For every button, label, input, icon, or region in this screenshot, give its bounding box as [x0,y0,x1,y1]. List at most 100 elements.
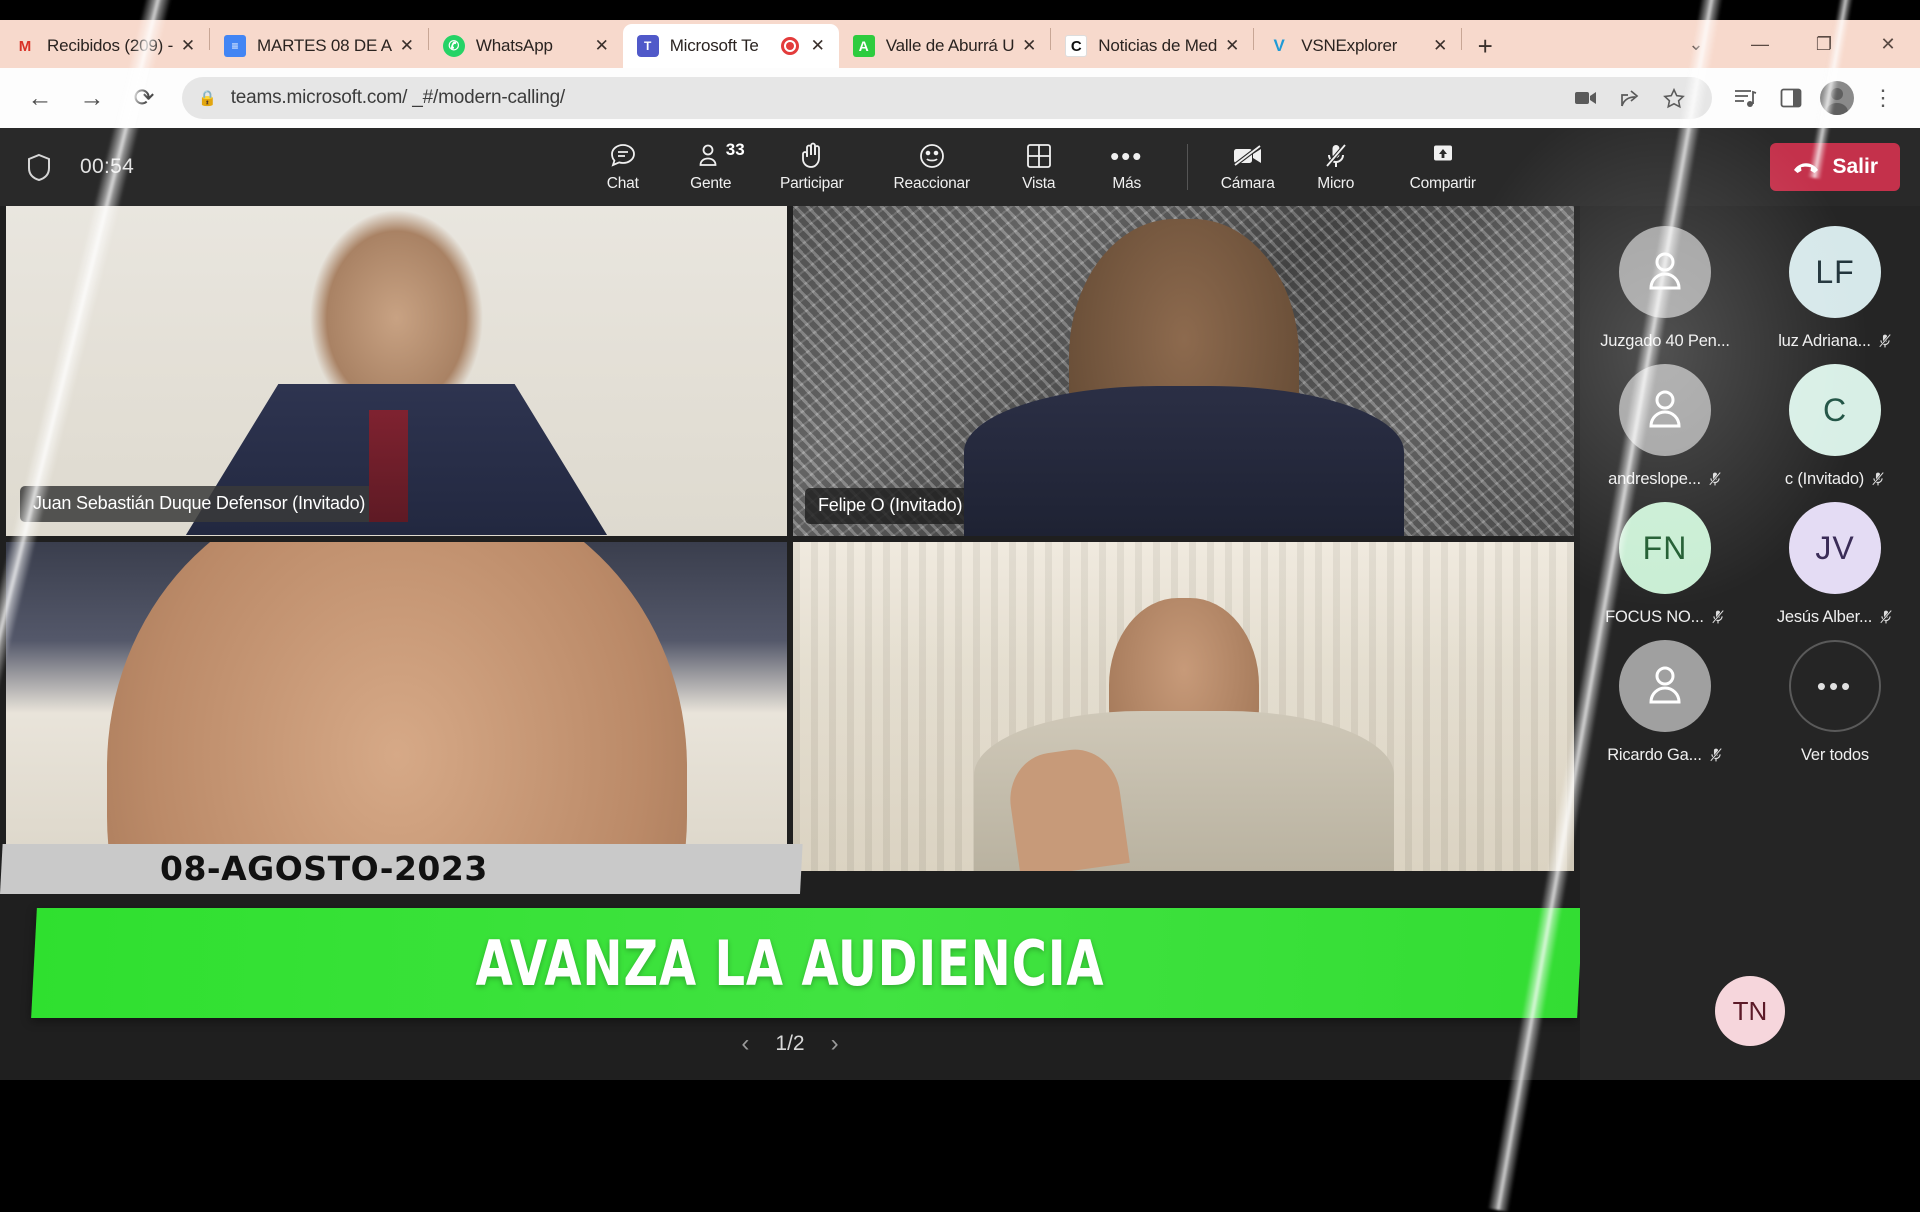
close-icon[interactable]: ✕ [587,31,617,61]
video-tile-0[interactable]: Juan Sebastián Duque Defensor (Invitado) [6,206,787,536]
avatar [1619,226,1711,318]
close-icon[interactable]: ✕ [1014,31,1044,61]
action-raise-hand[interactable]: Participar [757,132,867,202]
device-label: Cámara [1220,175,1275,192]
roster-name-row: Ricardo Ga... [1607,744,1723,766]
bookmark-star-icon[interactable] [1652,76,1696,120]
prev-page-icon[interactable]: ‹ [741,1030,749,1058]
action-label: Vista [1022,175,1056,192]
video-tile-2[interactable] [6,541,787,871]
action-chat[interactable]: Chat [581,132,665,202]
address-bar[interactable]: 🔒 teams.microsoft.com/ _#/modern-calling… [182,77,1712,119]
leave-label: Salir [1832,155,1878,178]
video-feed [793,206,1574,536]
video-tile-3[interactable] [793,541,1574,871]
browser-tab-4[interactable]: A Valle de Aburrá U ✕ [839,24,1051,68]
google-docs-icon: ≡ [224,35,247,57]
video-camera-icon[interactable] [1564,76,1608,120]
avatar-initials: C [1822,391,1848,428]
toolbar-divider [1186,144,1188,190]
chat-bubble-icon [609,141,637,171]
browser-tab-2[interactable]: ✆ WhatsApp ✕ [429,24,623,68]
browser-tab-6[interactable]: V VSNExplorer ✕ [1254,24,1461,68]
three-dot-menu-icon[interactable]: ⋮ [1860,75,1906,121]
lock-icon: 🔒 [198,90,217,107]
browser-tab-1[interactable]: ≡ MARTES 08 DE A ✕ [210,24,428,68]
roster-item-4[interactable]: FN FOCUS NO... [1580,496,1750,628]
roster-item-0[interactable]: Juzgado 40 Pen... [1580,220,1750,352]
next-page-icon[interactable]: › [831,1030,839,1058]
green-a-icon: A [852,35,875,57]
browser-toolbar: ← → ⟳ 🔒 teams.microsoft.com/ _#/modern-c… [0,68,1920,128]
roster-item-1[interactable]: LF luz Adriana... [1750,220,1920,352]
action-mic[interactable]: Micro [1294,132,1378,202]
tab-title: Valle de Aburrá U [885,36,1015,55]
close-icon[interactable]: ✕ [173,31,203,61]
meeting-actions: Chat 33 Gente Participar Reaccionar Vist… [330,132,1754,202]
vsn-icon: V [1273,36,1285,55]
meeting-toolbar: 00:54 Chat 33 Gente Participar Reacciona… [0,128,1920,206]
roster-name-row: Ver todos [1801,744,1869,766]
close-icon[interactable]: ✕ [392,31,422,61]
action-label: Participar [780,175,844,192]
browser-tab-5[interactable]: C Noticias de Med ✕ [1051,24,1253,68]
leave-call-button[interactable]: Salir [1770,143,1900,191]
broadcast-date: 08-AGOSTO-2023 [160,849,488,888]
page-indicator: 1/2 [775,1032,805,1055]
avatar [1619,640,1711,732]
meeting-status-group: 00:54 [0,153,330,182]
more-ellipsis-icon: ••• [1789,640,1881,732]
close-icon[interactable]: ✕ [1425,31,1455,61]
c-letter-icon: C [1065,35,1088,57]
mic-off-icon [1871,471,1885,487]
close-window-icon[interactable]: ✕ [1856,24,1920,64]
roster-item-3[interactable]: C c (Invitado) [1750,358,1920,490]
close-icon[interactable]: ✕ [803,31,833,61]
device-label: Compartir [1409,175,1476,192]
teams-meeting-app: 00:54 Chat 33 Gente Participar Reacciona… [0,128,1920,1080]
reading-list-icon[interactable] [1722,75,1768,121]
browser-chrome: M Recibidos (209) - ✕ ≡ MARTES 08 DE A ✕… [0,0,1920,128]
minimize-icon[interactable]: — [1728,24,1792,64]
tab-title: Noticias de Med [1098,36,1218,55]
reload-icon[interactable]: ⟳ [118,72,170,124]
action-share[interactable]: Compartir [1382,132,1504,202]
profile-avatar-icon[interactable] [1820,81,1854,115]
forward-icon[interactable]: → [66,72,118,124]
self-avatar[interactable]: TN [1715,976,1785,1046]
tab-title: VSNExplorer [1301,36,1398,55]
action-react[interactable]: Reaccionar [871,132,993,202]
avatar-initials: FN [1642,529,1688,566]
mic-off-icon [1711,609,1725,625]
video-tile-1[interactable]: Felipe O (Invitado) [793,206,1574,536]
roster-item-2[interactable]: andreslope... [1580,358,1750,490]
back-icon[interactable]: ← [14,72,66,124]
roster-item-6[interactable]: Ricardo Ga... [1580,634,1750,766]
share-icon[interactable] [1608,76,1652,120]
browser-tab-3[interactable]: T Microsoft Te ✕ [622,24,839,68]
browser-tab-0[interactable]: M Recibidos (209) - ✕ [0,24,209,68]
action-view[interactable]: Vista [997,132,1081,202]
participant-name: Felipe O (Invitado) [818,495,963,515]
action-label: Más [1112,175,1142,192]
people-count-badge: 33 [725,140,745,159]
roster-item-5[interactable]: JV Jesús Alber... [1750,496,1920,628]
tab-search-chevron-icon[interactable]: ⌄ [1664,24,1728,64]
maximize-icon[interactable]: ❐ [1792,24,1856,64]
side-panel-icon[interactable] [1768,75,1814,121]
close-icon[interactable]: ✕ [1217,31,1247,61]
participant-name: andreslope... [1608,469,1701,488]
participant-name: Jesús Alber... [1776,607,1873,626]
avatar: FN [1619,502,1711,594]
title-bar-fill [0,0,1920,20]
action-more[interactable]: ••• Más [1085,132,1169,202]
roster-item-view-all[interactable]: ••• Ver todos [1750,634,1920,766]
new-tab-button[interactable]: + [1462,24,1508,68]
broadcast-headline: AVANZA LA AUDIENCIA [475,927,1105,1000]
gmail-icon: M [18,37,32,55]
action-camera[interactable]: Cámara [1206,132,1290,202]
mic-off-icon [1878,333,1892,349]
mic-off-icon [1324,141,1348,171]
action-people[interactable]: 33 Gente [669,132,753,202]
recording-indicator-icon [780,37,799,55]
